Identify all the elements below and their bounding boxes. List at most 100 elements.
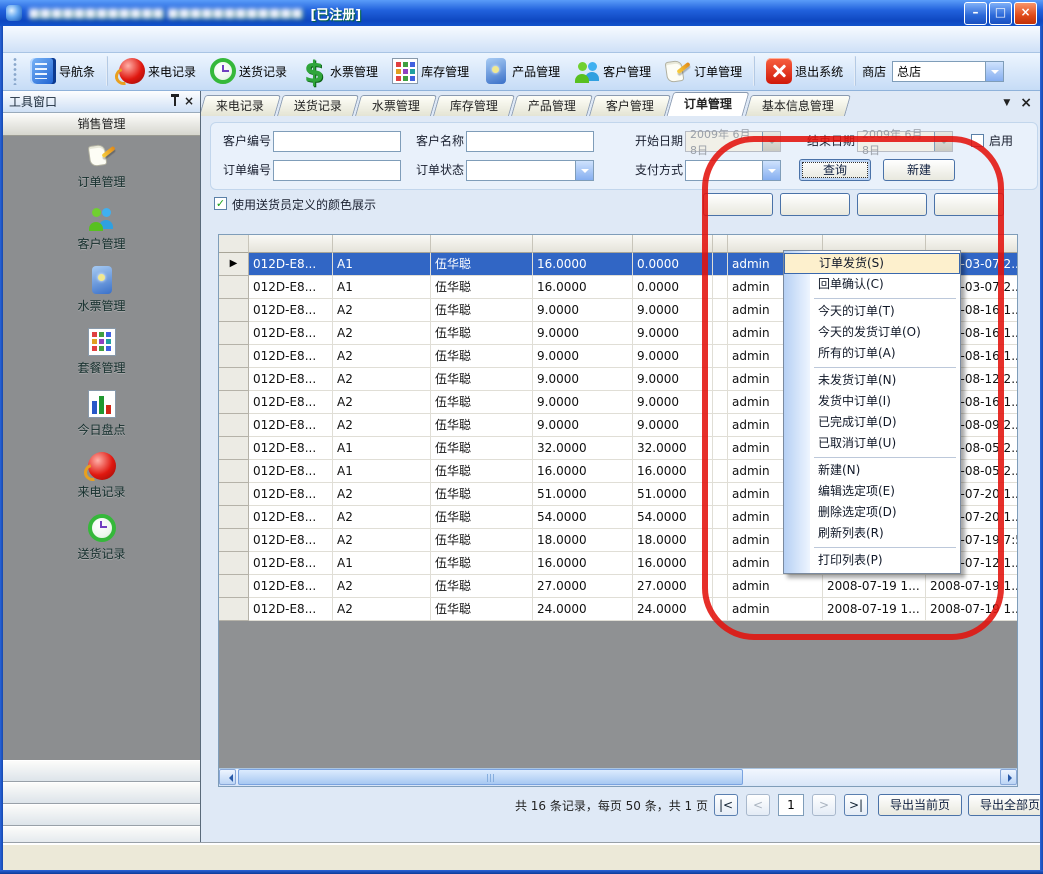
column-header[interactable] [533,235,633,253]
toolbar-customer[interactable]: 客户管理 [567,56,658,86]
sidebar-item-delivery-log[interactable]: 送货记录 [3,506,200,568]
pay-method-select[interactable] [685,160,781,181]
menu-item-all-orders[interactable]: 所有的订单(A) [784,343,960,364]
query-button[interactable]: 查询 [799,159,871,181]
row-selector[interactable]: ▶ [219,253,249,276]
menu-item-delivering-orders[interactable]: 发货中订单(I) [784,391,960,412]
tab-order[interactable]: 订单管理 [667,92,750,116]
row-selector[interactable] [219,460,249,483]
chevron-down-icon[interactable] [985,62,1003,81]
tab-inventory[interactable]: 库存管理 [433,95,515,116]
toolbar-exit[interactable]: 退出系统 [759,56,850,86]
button-delivering-orders[interactable] [780,193,850,216]
row-selector[interactable] [219,437,249,460]
tab-call-log[interactable]: 来电记录 [200,95,281,116]
sidebar-section-finance[interactable] [3,804,200,826]
row-selector[interactable] [219,345,249,368]
export-current-page-button[interactable]: 导出当前页 [878,794,962,816]
row-selector[interactable] [219,391,249,414]
close-icon[interactable]: × [184,94,194,108]
tab-basic-info[interactable]: 基本信息管理 [745,95,851,116]
customer-name-input[interactable] [466,131,594,152]
sidebar-item-daily-check[interactable]: 今日盘点 [3,382,200,444]
menu-item-undelivered-orders[interactable]: 未发货订单(N) [784,370,960,391]
button-completed-orders[interactable] [857,193,927,216]
last-page-button[interactable]: >| [844,794,868,816]
customer-code-input[interactable] [273,131,401,152]
order-status-select[interactable] [466,160,594,181]
end-date-picker[interactable]: 2009年 6月 8日 [857,131,953,152]
menu-item-completed-orders[interactable]: 已完成订单(D) [784,412,960,433]
toolbar-button[interactable] [106,56,108,86]
toolbar-call-log[interactable]: 来电记录 [112,56,203,86]
row-selector[interactable] [219,483,249,506]
menu-item-edit-selected[interactable]: 编辑选定项(E) [784,481,960,502]
sidebar-section-inventory[interactable] [3,760,200,782]
next-page-button[interactable]: > [812,794,836,816]
menu-item-ship-order[interactable]: 订单发货(S) [784,253,960,274]
enable-checkbox[interactable] [971,134,984,147]
column-header[interactable] [633,235,713,253]
button-cancelled-orders[interactable] [934,193,1004,216]
toolbar-navigator[interactable]: 导航条 [23,56,102,86]
export-all-pages-button[interactable]: 导出全部页 [968,794,1040,816]
menu-item-refresh-list[interactable]: 刷新列表(R) [784,523,960,544]
tab-customer[interactable]: 客户管理 [589,95,671,116]
start-date-picker[interactable]: 2009年 6月 8日 [685,131,781,152]
row-selector[interactable] [219,322,249,345]
tab-water-ticket[interactable]: 水票管理 [355,95,437,116]
maximize-button[interactable]: □ [989,2,1012,25]
menu-item-cancelled-orders[interactable]: 已取消订单(U) [784,433,960,454]
order-code-input[interactable] [273,160,401,181]
sidebar-section-basic-info[interactable] [3,782,200,804]
toolbar-product[interactable]: 产品管理 [476,56,567,86]
scroll-left-icon[interactable] [219,769,236,785]
column-header[interactable] [249,235,333,253]
sidebar-section-sales[interactable]: 销售管理 [3,113,200,136]
row-selector[interactable] [219,575,249,598]
row-selector[interactable] [219,598,249,621]
column-header[interactable] [219,235,249,253]
tab-delivery-log[interactable]: 送货记录 [277,95,359,116]
menu-item-today-orders[interactable]: 今天的订单(T) [784,301,960,322]
伍华聪[interactable]: 012D-E8... A2 伍华聪 27.0000 27.0000 admin … [219,575,1017,598]
button-undelivered-orders[interactable] [703,193,773,216]
toolbar-delivery-log[interactable]: 送货记录 [203,56,294,86]
row-selector[interactable] [219,552,249,575]
menu-item-new[interactable]: 新建(N) [784,460,960,481]
first-page-button[interactable]: |< [714,794,738,816]
toolbar-grip[interactable] [13,57,17,85]
chevron-down-icon[interactable] [934,132,952,151]
tab-close-icon[interactable]: × [1020,97,1032,109]
color-display-checkbox[interactable]: ✓ [214,197,227,210]
toolbar-button[interactable] [753,56,755,86]
row-selector[interactable] [219,529,249,552]
close-button[interactable]: × [1014,2,1037,25]
menu-item-confirm-receipt[interactable]: 回单确认(C) [784,274,960,295]
row-selector[interactable] [219,506,249,529]
toolbar-water-ticket[interactable]: 水票管理 [294,56,385,86]
toolbar-button[interactable] [854,56,856,86]
sidebar-item-water-ticket[interactable]: 水票管理 [3,258,200,320]
row-selector[interactable] [219,368,249,391]
scrollbar-thumb[interactable] [238,769,743,785]
row-selector[interactable] [219,299,249,322]
chevron-down-icon[interactable] [762,161,780,180]
伍华聪[interactable]: 012D-E8... A2 伍华聪 24.0000 24.0000 admin … [219,598,1017,621]
prev-page-button[interactable]: < [746,794,770,816]
toolbar-inventory[interactable]: 库存管理 [385,56,476,86]
sidebar-item-orders[interactable]: 订单管理 [3,134,200,196]
sidebar-item-call-log[interactable]: 来电记录 [3,444,200,506]
new-button[interactable]: 新建 [883,159,955,181]
tab-list-dropdown-icon[interactable]: ▼ [1003,98,1010,108]
chevron-down-icon[interactable] [762,132,780,151]
toolbar-order[interactable]: 订单管理 [658,56,749,86]
page-number-input[interactable]: 1 [778,794,804,816]
column-header[interactable] [431,235,533,253]
column-header[interactable] [713,235,728,253]
minimize-button[interactable]: – [964,2,987,25]
sidebar-item-package[interactable]: 套餐管理 [3,320,200,382]
sidebar-item-customers[interactable]: 客户管理 [3,196,200,258]
shop-select[interactable]: 总店 [892,61,1004,82]
tab-product[interactable]: 产品管理 [511,95,593,116]
